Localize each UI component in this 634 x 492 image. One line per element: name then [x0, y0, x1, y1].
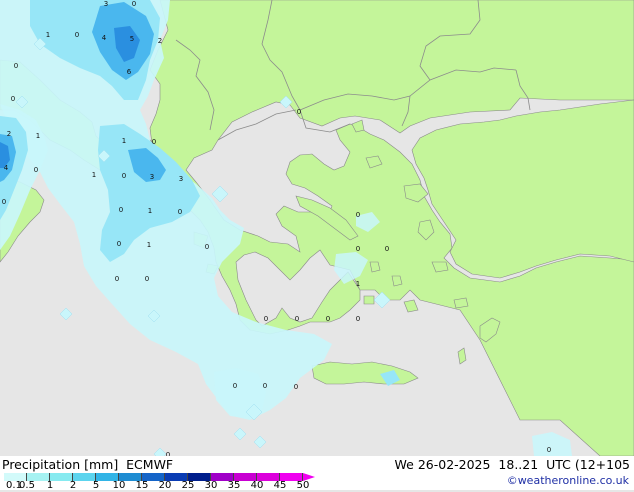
precip-value-label: 1	[148, 207, 152, 215]
legend-tick: 0.5	[19, 480, 35, 491]
precip-value-label: 4	[4, 164, 9, 172]
legend-tick: 15	[135, 480, 149, 491]
precip-value-label: 1	[147, 241, 151, 249]
precip-value-label: 0	[122, 172, 126, 180]
product-title: Precipitation [mm] ECMWF	[2, 457, 174, 472]
site-credit[interactable]: ©weatheronline.co.uk	[507, 474, 629, 487]
precip-value-label: 0	[263, 382, 267, 390]
precip-value-label: 1	[36, 132, 40, 140]
precip-value-label: 2	[158, 37, 162, 45]
precip-value-label: 0	[547, 446, 551, 454]
precip-value-label: 0	[356, 245, 360, 253]
precip-value-label: 0	[264, 315, 268, 323]
legend-tick: 50	[296, 480, 310, 491]
precip-value-label: 1	[356, 280, 360, 288]
land-cyclade-1	[369, 261, 381, 273]
precip-value-label: 1	[122, 137, 126, 145]
land-cyclade-3	[363, 295, 375, 305]
legend-tick: 30	[204, 480, 218, 491]
legend-tick: 40	[250, 480, 264, 491]
precip-value-label: 6	[127, 68, 132, 76]
precip-value-label: 0	[145, 275, 149, 283]
legend-tick: 45	[273, 480, 287, 491]
precip-value-label: 0	[356, 211, 360, 219]
precip-value-label: 0	[2, 198, 6, 206]
precip-value-label: 0	[385, 245, 389, 253]
legend-tick: 20	[158, 480, 172, 491]
precip-value-label: 0	[115, 275, 119, 283]
precip-value-label: 0	[75, 31, 79, 39]
land-kos	[453, 297, 469, 309]
precip-value-label: 0	[132, 0, 136, 8]
legend-tick: 10	[112, 480, 126, 491]
precip-value-label: 0	[178, 208, 182, 216]
precip-value-label: 0	[14, 62, 18, 70]
legend-tick: 35	[227, 480, 241, 491]
precip-value-label: 4	[102, 34, 107, 42]
precip-value-label: 0	[356, 315, 360, 323]
precip-value-label: 3	[150, 173, 154, 181]
legend-tick: 25	[181, 480, 195, 491]
precip-value-label: 2	[7, 130, 11, 138]
map-stage: 3010452060021104010330010001000001000000…	[0, 0, 634, 492]
precip-value-label: 0	[117, 240, 121, 248]
precip-value-label: 3	[179, 175, 183, 183]
legend-tick: 5	[92, 480, 100, 491]
precip-value-label: 0	[294, 383, 298, 391]
precip-value-label: 0	[326, 315, 330, 323]
valid-time: We 26-02-2025 18..21 UTC (12+105	[394, 457, 630, 472]
precip-value-label: 0	[297, 108, 301, 116]
legend-tick: 1	[46, 480, 54, 491]
precip-value-label: 0	[205, 243, 209, 251]
precip-value-label: 0	[119, 206, 123, 214]
legend-tick-labels: 0.1 0.5 1 2 5 10 15 20 25 30 35 40 45 50	[0, 480, 330, 492]
land-cyclade-2	[391, 275, 403, 287]
precip-value-label: 0	[11, 95, 15, 103]
precip-value-label: 3	[104, 0, 108, 8]
precip-value-label: 1	[92, 171, 96, 179]
precip-value-label: 0	[152, 138, 156, 146]
precip-value-label: 1	[46, 31, 50, 39]
precipitation-map: 3 0 1 0 4 5 2 0 6 0 0 2 1 1 0 4 0 1 0 3 3 0 0 1 0 0 0 1 0 0 0 0 0 1 0 0 0 0 0 0…	[0, 0, 634, 456]
precip-value-label: 5	[130, 35, 134, 43]
legend-tick: 2	[69, 480, 77, 491]
footer: Precipitation [mm] ECMWF We 26-02-2025 1…	[0, 456, 634, 492]
precip-value-label: 0	[295, 315, 299, 323]
precip-value-label: 0	[34, 166, 38, 174]
precip-value-label: 0	[233, 382, 237, 390]
